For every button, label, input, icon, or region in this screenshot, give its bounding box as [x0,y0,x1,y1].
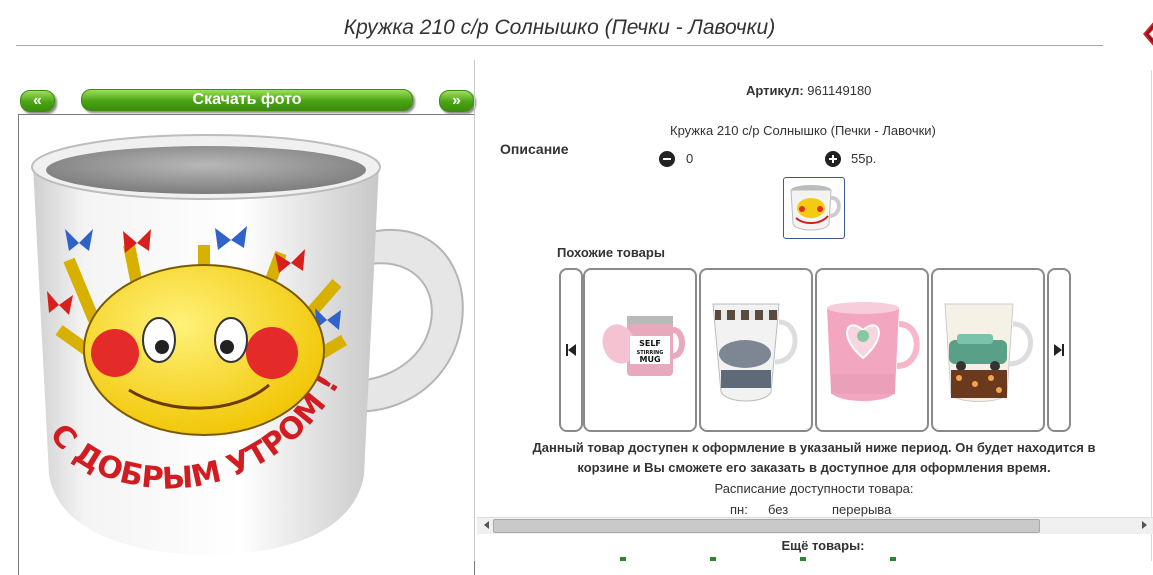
quantity-value: 0 [686,151,694,166]
schedule-time: без [768,502,789,517]
column-divider [474,60,475,561]
panel-edge [1151,70,1152,561]
scroll-left-icon[interactable] [480,518,494,532]
download-photo-button[interactable]: Скачать фото [81,89,413,111]
schedule-break: перерыва [832,502,892,517]
self-stirring-mug-image: SELF STIRRING MUG [602,316,685,376]
carousel-next-button[interactable] [1047,268,1071,432]
minus-icon[interactable] [659,151,675,167]
skip-next-icon [1054,344,1064,356]
price-value: 55р. [851,151,877,166]
article-label: Артикул: [746,83,804,98]
carousel-prev-button[interactable] [559,268,583,432]
skip-previous-icon [566,344,576,356]
scroll-right-icon[interactable] [1137,518,1151,532]
schedule-day: пн: [730,502,748,517]
description-label: Описание [500,141,569,157]
similar-heading: Похожие товары [557,245,665,260]
similar-item-car-mug[interactable] [931,268,1045,432]
more-products-heading: Ещё товары: [781,538,865,553]
similar-item-fashion-mug[interactable] [699,268,813,432]
description-text: Кружка 210 с/р Солнышко (Печки - Лавочки… [670,123,936,138]
mug-thumbnail-image [790,185,841,231]
scrollbar-thumb[interactable] [493,519,1040,533]
svg-text:MUG: MUG [639,355,660,364]
photo-thumbnail[interactable] [783,177,845,239]
car-mug-image [944,303,1033,402]
fashion-mug-image [712,303,798,402]
pink-heart-mug-image [827,302,920,401]
availability-notice-line1: Данный товар доступен к оформление в ука… [532,440,1096,455]
title-divider [16,45,1103,46]
mug-image: С ДОБРЫМ УТРОМ ! [31,134,464,555]
svg-text:SELF: SELF [639,339,661,348]
similar-item-pink-heart-mug[interactable] [815,268,929,432]
schedule-label: Расписание доступности товара: [714,481,914,496]
similar-item-self-stirring-mug[interactable]: SELF STIRRING MUG [583,268,697,432]
prev-photo-button[interactable]: « [20,90,55,112]
more-products-links-fragment [620,557,940,561]
article-value: 961149180 [807,83,872,98]
close-icon[interactable] [1139,20,1153,48]
plus-icon[interactable] [825,151,841,167]
page-title: Кружка 210 с/р Солнышко (Печки - Лавочки… [343,16,776,39]
article-row: Артикул: 961149180 [746,83,871,98]
next-photo-button[interactable]: » [439,90,474,112]
availability-notice-line2: корзине и Вы сможете его заказать в дост… [577,460,1051,475]
product-photo: С ДОБРЫМ УТРОМ ! [18,114,475,575]
